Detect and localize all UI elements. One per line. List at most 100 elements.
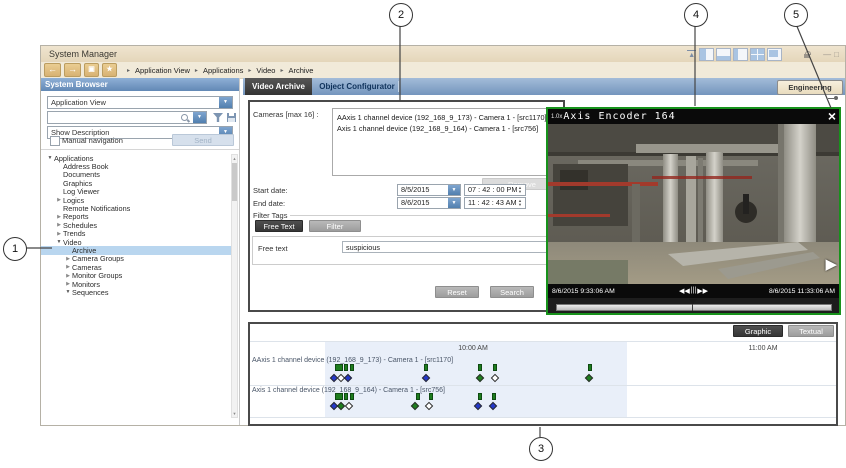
calendar-dropdown-icon[interactable]: ▼: [448, 185, 460, 195]
search-input[interactable]: ▼: [47, 111, 207, 124]
recording-segment[interactable]: [429, 393, 433, 400]
cameras-listbox[interactable]: AAxis 1 channel device (192_168_9_173) -…: [332, 108, 562, 176]
send-button[interactable]: Send: [172, 134, 234, 146]
breadcrumb-separator-icon: ▸: [127, 67, 130, 74]
free-text-input[interactable]: [342, 241, 554, 253]
collapsed-arrow-icon[interactable]: ▶: [55, 231, 63, 237]
expanded-arrow-icon[interactable]: ▼: [64, 289, 72, 295]
save-icon[interactable]: [227, 113, 236, 122]
tree-item-monitors[interactable]: ▶Monitors: [41, 280, 233, 288]
filter-icon[interactable]: [213, 113, 223, 122]
collapsed-arrow-icon[interactable]: ▶: [55, 214, 63, 220]
layout-option-3-icon[interactable]: [733, 48, 748, 61]
system-browser-tree: ▼ApplicationsAddress BookDocumentsGraphi…: [41, 154, 233, 297]
back-button[interactable]: ←: [44, 63, 61, 77]
scroll-down-icon[interactable]: ▼: [232, 411, 237, 416]
tab-object-configurator[interactable]: Object Configurator: [317, 78, 397, 95]
breadcrumb-item[interactable]: Application View: [135, 66, 190, 75]
end-date-value: 8/6/2015: [401, 198, 429, 207]
minimize-icon[interactable]: —: [823, 50, 831, 60]
scroll-up-icon[interactable]: ▲: [232, 156, 237, 161]
collapsed-arrow-icon[interactable]: ▶: [64, 264, 72, 270]
breadcrumb-item[interactable]: Applications: [203, 66, 243, 75]
tree-item-video[interactable]: ▼Video: [41, 238, 233, 246]
recording-segment[interactable]: [588, 364, 592, 371]
recording-segment[interactable]: [344, 393, 348, 400]
recording-segment[interactable]: [492, 393, 496, 400]
scrollbar-thumb[interactable]: [232, 163, 237, 201]
free-text-tab-button[interactable]: Free Text: [255, 220, 303, 232]
tree-item-archive[interactable]: Archive: [41, 246, 233, 254]
textual-view-button[interactable]: Textual: [788, 325, 834, 337]
collapsed-arrow-icon[interactable]: ▶: [64, 256, 72, 262]
breadcrumb-item[interactable]: Archive: [288, 66, 313, 75]
expanded-arrow-icon[interactable]: ▼: [55, 239, 63, 245]
collapsed-arrow-icon[interactable]: ▶: [64, 281, 72, 287]
chevron-down-icon[interactable]: ▼: [219, 97, 232, 108]
forward-button[interactable]: →: [64, 63, 81, 77]
collapsed-arrow-icon[interactable]: ▶: [55, 197, 63, 203]
start-time-field[interactable]: 07 : 42 : 00 PM ▲▼: [464, 184, 526, 196]
tree-item-cameras[interactable]: ▶Cameras: [41, 263, 233, 271]
maximize-icon[interactable]: □: [834, 50, 839, 60]
breadcrumb-separator-icon: ▸: [248, 67, 251, 74]
end-date-picker[interactable]: 8/6/2015 ▼: [397, 197, 461, 209]
jog-forward-icon[interactable]: ▶▶: [697, 287, 708, 295]
layout-option-4-icon[interactable]: [750, 48, 765, 61]
tree-item-sequences[interactable]: ▼Sequences: [41, 288, 233, 296]
recording-segment[interactable]: [335, 364, 343, 371]
layout-option-2-icon[interactable]: [716, 48, 731, 61]
camera-list-item[interactable]: AAxis 1 channel device (192_168_9_173) -…: [337, 112, 561, 123]
layout-option-5-icon[interactable]: [767, 48, 782, 61]
collapse-panel-icon[interactable]: ▲: [687, 50, 696, 60]
video-camera-name: Axis Encoder 164: [563, 111, 675, 122]
view-selector-dropdown[interactable]: Application View ▼: [47, 96, 233, 109]
pin-icon[interactable]: [828, 96, 838, 100]
search-button[interactable]: Search: [490, 286, 534, 298]
tree-scrollbar[interactable]: ▲ ▼: [231, 154, 238, 418]
recording-segment[interactable]: [478, 364, 482, 371]
jog-back-icon[interactable]: ◀◀: [679, 287, 690, 295]
engineering-button[interactable]: Engineering: [777, 80, 843, 95]
recording-segment[interactable]: [350, 393, 354, 400]
filter-tab-button[interactable]: Filter: [309, 220, 361, 232]
breadcrumb-separator-icon: ▸: [195, 67, 198, 74]
jog-pause-icon[interactable]: |||: [691, 287, 696, 295]
tree-item-monitor-groups[interactable]: ▶Monitor Groups: [41, 271, 233, 279]
manual-navigation-checkbox[interactable]: [50, 136, 60, 146]
favorites-button[interactable]: ★: [102, 63, 117, 77]
tab-video-archive[interactable]: Video Archive: [245, 78, 312, 95]
tree-item-camera-groups[interactable]: ▶Camera Groups: [41, 255, 233, 263]
video-player-header[interactable]: 1.0x Axis Encoder 164 ×: [548, 109, 839, 124]
search-icon[interactable]: [181, 114, 190, 123]
graphic-view-button[interactable]: Graphic: [733, 325, 783, 337]
jog-controls[interactable]: ◀◀ ||| ▶▶: [679, 287, 708, 295]
recording-segment[interactable]: [416, 393, 420, 400]
camera-list-item[interactable]: Axis 1 channel device (192_168_9_164) - …: [337, 123, 561, 134]
end-time-field[interactable]: 11 : 42 : 43 AM ▲▼: [464, 197, 526, 209]
recording-segment[interactable]: [344, 364, 348, 371]
recording-segment[interactable]: [493, 364, 497, 371]
close-icon[interactable]: ×: [828, 109, 836, 124]
collapsed-arrow-icon[interactable]: ▶: [64, 273, 72, 279]
window-mode-button[interactable]: ▣: [84, 63, 99, 77]
expanded-arrow-icon[interactable]: ▼: [46, 155, 54, 161]
scrubber-handle[interactable]: [689, 299, 697, 304]
time-spinner[interactable]: ▲▼: [516, 185, 524, 195]
start-date-picker[interactable]: 8/5/2015 ▼: [397, 184, 461, 196]
scrubber-track[interactable]: [556, 304, 832, 311]
calendar-dropdown-icon[interactable]: ▼: [448, 198, 460, 208]
recording-segment[interactable]: [335, 393, 343, 400]
time-spinner[interactable]: ▲▼: [516, 198, 524, 208]
recording-segment[interactable]: [424, 364, 428, 371]
search-dropdown-icon[interactable]: ▼: [193, 112, 206, 123]
time-axis-label: 10:00 AM: [458, 345, 488, 352]
play-icon[interactable]: ▶: [825, 255, 837, 273]
recording-segment[interactable]: [478, 393, 482, 400]
reset-button[interactable]: Reset: [435, 286, 479, 298]
breadcrumb-item[interactable]: Video: [256, 66, 275, 75]
layout-option-1-icon[interactable]: [699, 48, 714, 61]
recording-segment[interactable]: [350, 364, 354, 371]
playback-range-end: 8/6/2015 11:33:06 AM: [769, 288, 835, 295]
collapsed-arrow-icon[interactable]: ▶: [55, 222, 63, 228]
